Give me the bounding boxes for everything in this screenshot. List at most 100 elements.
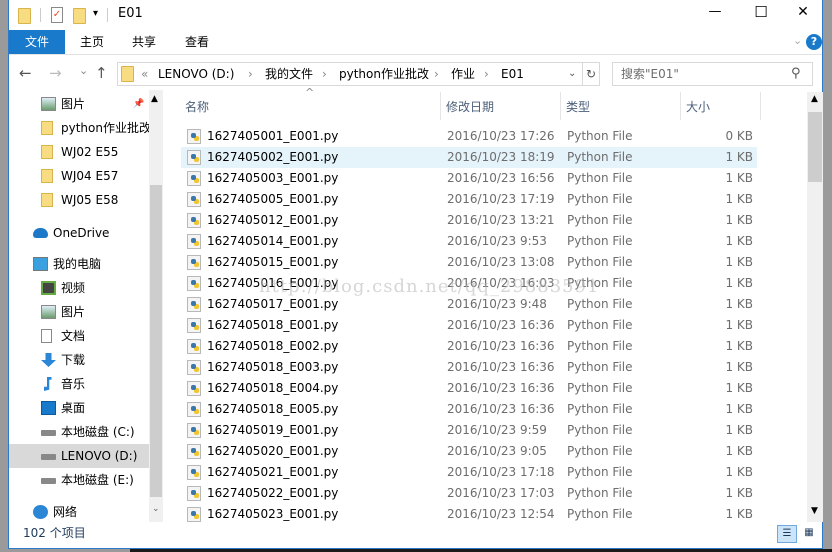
address-bar[interactable]: « LENOVO (D:) › 我的文件 › python作业批改 › 作业 ›… [117, 62, 600, 86]
pin-icon[interactable]: 📌 [133, 92, 144, 116]
details-view-button[interactable]: ☰ [777, 525, 797, 543]
file-row[interactable]: 1627405017_E001.py 2016/10/23 9:48 Python … [181, 294, 757, 315]
up-button[interactable]: ↑ [95, 64, 108, 82]
file-date: 2016/10/23 18:19 [447, 150, 555, 164]
sidebar-item[interactable]: 本地磁盘 (E:) [9, 468, 149, 492]
address-dropdown-icon[interactable]: ⌄ [568, 63, 576, 85]
drive-icon [41, 430, 56, 436]
file-name: 1627405018_E001.py [207, 318, 339, 332]
file-row[interactable]: 1627405005_E001.py 2016/10/23 17:19 Python… [181, 189, 757, 210]
sidebar-item[interactable]: 网络 [9, 500, 149, 522]
file-name: 1627405018_E002.py [207, 339, 339, 353]
sidebar-item[interactable]: 图片 📌 [9, 92, 149, 116]
forward-button[interactable]: → [49, 64, 62, 82]
file-size: 1 KB [725, 423, 753, 437]
sidebar-item[interactable]: LENOVO (D:) [9, 444, 149, 468]
sidebar-item[interactable]: 视频 [9, 276, 149, 300]
sidebar-item[interactable]: 文档 [9, 324, 149, 348]
recent-locations-button[interactable]: ⌄ [79, 64, 88, 77]
file-date: 2016/10/23 9:59 [447, 423, 547, 437]
breadcrumb-e01[interactable]: E01 [501, 63, 524, 85]
breadcrumb-my-files[interactable]: 我的文件 [265, 63, 313, 85]
refresh-button[interactable]: ↻ [586, 63, 596, 85]
file-date: 2016/10/23 17:03 [447, 486, 555, 500]
scroll-down-icon[interactable]: ⌄ [152, 504, 160, 514]
file-list-scrollbar[interactable]: ▲ ▼ [807, 92, 823, 522]
file-row[interactable]: 1627405012_E001.py 2016/10/23 13:21 Python… [181, 210, 757, 231]
sidebar-item-label: WJ05 E58 [61, 193, 119, 207]
file-row[interactable]: 1627405018_E001.py 2016/10/23 16:36 Python… [181, 315, 757, 336]
close-button[interactable]: ✕ [783, 4, 823, 20]
sidebar-item-label: 本地磁盘 (E:) [61, 473, 134, 487]
sidebar-item[interactable]: WJ04 E57 [9, 164, 149, 188]
properties-icon[interactable]: ✓ [51, 7, 63, 23]
music-icon [44, 377, 52, 391]
file-type: Python File [567, 339, 633, 353]
search-input[interactable]: 搜索"E01" [612, 62, 813, 86]
sidebar-item[interactable]: WJ02 E55 [9, 140, 149, 164]
file-name: 1627405003_E001.py [207, 171, 339, 185]
large-icons-view-button[interactable]: ▦ [799, 525, 819, 543]
new-folder-icon[interactable] [73, 8, 86, 24]
file-name: 1627405022_E001.py [207, 486, 339, 500]
file-row[interactable]: 1627405018_E004.py 2016/10/23 16:36 Python… [181, 378, 757, 399]
sidebar-item[interactable]: WJ05 E58 [9, 188, 149, 212]
scroll-up-icon[interactable]: ▲ [811, 94, 818, 104]
breadcrumb-homework[interactable]: 作业 [451, 63, 475, 85]
file-type: Python File [567, 423, 633, 437]
sidebar-item[interactable]: 我的电脑 [9, 252, 149, 276]
column-header-size[interactable]: 大小 [686, 96, 710, 118]
column-header-name[interactable]: 名称 [185, 96, 209, 118]
file-row[interactable]: 1627405001_E001.py 2016/10/23 17:26 Python… [181, 126, 757, 147]
sidebar-item[interactable]: 本地磁盘 (C:) [9, 420, 149, 444]
breadcrumb-python[interactable]: python作业批改 [339, 63, 429, 85]
tab-file[interactable]: 文件 [9, 30, 65, 54]
tab-home[interactable]: 主页 [66, 30, 118, 54]
file-size: 1 KB [725, 465, 753, 479]
expand-ribbon-icon[interactable]: ⌄ [793, 34, 802, 47]
back-button[interactable]: ← [19, 64, 32, 82]
help-icon[interactable]: ? [806, 34, 822, 50]
document-icon [41, 329, 52, 343]
sidebar-scrollbar[interactable]: ▲ ⌄ [149, 90, 163, 522]
file-row[interactable]: 1627405015_E001.py 2016/10/23 13:08 Python… [181, 252, 757, 273]
file-row[interactable]: 1627405021_E001.py 2016/10/23 17:18 Python… [181, 462, 757, 483]
sidebar-scroll-thumb[interactable] [150, 185, 162, 497]
sidebar-item[interactable]: 桌面 [9, 396, 149, 420]
file-name: 1627405015_E001.py [207, 255, 339, 269]
file-row[interactable]: 1627405003_E001.py 2016/10/23 16:56 Python… [181, 168, 757, 189]
python-file-icon [187, 402, 201, 417]
maximize-button[interactable]: ☐ [741, 3, 781, 21]
customize-toolbar-icon[interactable]: ▾ [93, 8, 98, 19]
sidebar-item-label: 桌面 [61, 401, 86, 415]
sidebar-item[interactable]: python作业批改 [9, 116, 151, 140]
sidebar-item-label: WJ04 E57 [61, 169, 119, 183]
scroll-down-icon[interactable]: ▼ [811, 506, 818, 516]
tab-view[interactable]: 查看 [171, 30, 223, 54]
file-row[interactable]: 1627405018_E005.py 2016/10/23 16:36 Python… [181, 399, 757, 420]
column-header-date[interactable]: 修改日期 [446, 96, 494, 118]
tab-share[interactable]: 共享 [118, 30, 170, 54]
file-row[interactable]: 1627405019_E001.py 2016/10/23 9:59 Python … [181, 420, 757, 441]
column-header-type[interactable]: 类型 [566, 96, 590, 118]
file-name: 1627405018_E003.py [207, 360, 339, 374]
sidebar-item[interactable]: OneDrive [9, 221, 149, 245]
python-file-icon [187, 423, 201, 438]
scroll-up-icon[interactable]: ▲ [151, 94, 158, 104]
minimize-button[interactable]: — [695, 4, 735, 19]
file-row[interactable]: 1627405014_E001.py 2016/10/23 9:53 Python … [181, 231, 757, 252]
file-row[interactable]: 1627405022_E001.py 2016/10/23 17:03 Python… [181, 483, 757, 504]
file-row[interactable]: 1627405002_E001.py 2016/10/23 18:19 Python… [181, 147, 757, 168]
python-file-icon [187, 192, 201, 207]
file-row[interactable]: 1627405020_E001.py 2016/10/23 9:05 Python … [181, 441, 757, 462]
file-list-scroll-thumb[interactable] [808, 112, 822, 182]
file-name: 1627405020_E001.py [207, 444, 339, 458]
sidebar-item[interactable]: 音乐 [9, 372, 149, 396]
file-row[interactable]: 1627405018_E003.py 2016/10/23 16:36 Python… [181, 357, 757, 378]
sidebar-item[interactable]: 图片 [9, 300, 149, 324]
overflow-chevron[interactable]: « [141, 63, 148, 85]
file-size: 1 KB [725, 213, 753, 227]
sidebar-item[interactable]: 下载 [9, 348, 149, 372]
breadcrumb-lenovo[interactable]: LENOVO (D:) [158, 63, 234, 85]
file-row[interactable]: 1627405018_E002.py 2016/10/23 16:36 Python… [181, 336, 757, 357]
